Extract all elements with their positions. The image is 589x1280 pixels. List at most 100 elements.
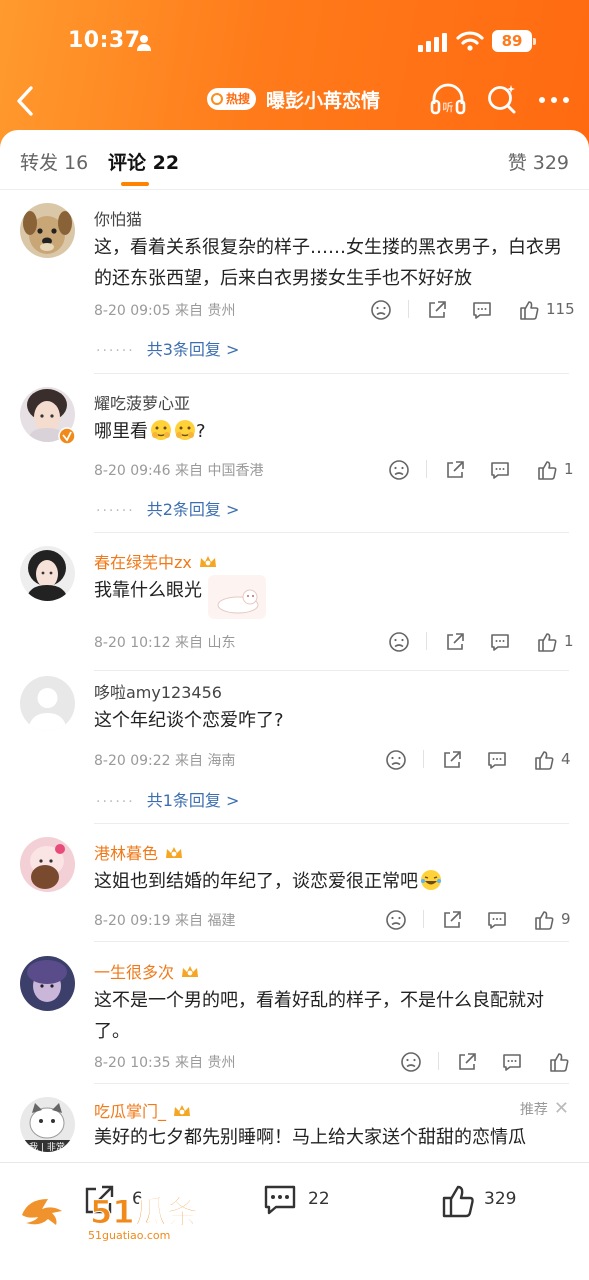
comment-button[interactable]: 22 (262, 1183, 342, 1219)
search-icon[interactable] (486, 82, 518, 116)
like-icon[interactable] (536, 459, 558, 481)
crown-vip-icon (174, 1105, 191, 1116)
action-separator (426, 632, 427, 650)
username[interactable]: 吃瓜掌门_ (94, 1098, 192, 1122)
topic-title[interactable]: 曝彭小苒恋情 (266, 86, 380, 113)
reply-icon[interactable] (471, 299, 493, 321)
dislike-face-icon[interactable] (388, 631, 410, 653)
tab-repost[interactable]: 转发 16 (20, 148, 88, 175)
watermark-logo: 51瓜条 51guatiao.com (22, 1193, 199, 1241)
divider (94, 373, 569, 374)
reply-icon[interactable] (486, 749, 508, 771)
svg-text:听: 听 (443, 101, 454, 114)
view-replies-link[interactable]: ······ 共3条回复 > (96, 336, 239, 360)
avatar[interactable] (20, 837, 75, 892)
reply-icon[interactable] (489, 631, 511, 653)
comment-meta: 8-20 09:46 来自 中国香港 (94, 463, 264, 479)
avatar[interactable]: 我 | 非常 (20, 1097, 75, 1152)
cat-avatar-image: 我 | 非常 (20, 1097, 75, 1152)
svg-text:51guatiao.com: 51guatiao.com (88, 1229, 170, 1241)
hot-search-badge[interactable]: 热搜 (207, 88, 257, 110)
like-icon[interactable] (533, 909, 555, 931)
smile-emoji-icon (151, 420, 171, 440)
comment-actions: 1 (388, 631, 574, 653)
woman-avatar-image (20, 546, 75, 601)
avatar[interactable] (20, 676, 75, 731)
share-icon[interactable] (441, 749, 463, 771)
dislike-face-icon[interactable] (388, 459, 410, 481)
like-icon[interactable] (548, 1051, 570, 1073)
comment-text: 这姐也到结婚的年纪了，谈恋爱很正常吧 (94, 866, 569, 897)
divider (94, 941, 569, 942)
reply-icon[interactable] (489, 459, 511, 481)
comment-actions: 115 (370, 299, 575, 321)
comment-location: 来自 贵州 (175, 303, 236, 319)
divider (94, 532, 569, 533)
username[interactable]: 你怕猫 (94, 206, 142, 230)
comment-meta: 8-20 09:19 来自 福建 (94, 913, 236, 929)
pink-avatar-image (20, 837, 75, 892)
like-icon[interactable] (518, 299, 540, 321)
top-bar: 10:37 89 热搜 曝彭小苒恋情 听 (0, 0, 589, 150)
action-separator (423, 910, 424, 928)
like-icon[interactable] (536, 631, 558, 653)
share-icon[interactable] (426, 299, 448, 321)
anime-avatar-image (20, 956, 75, 1011)
action-separator (408, 300, 409, 318)
recommended-label: 推荐 ✕ (519, 1098, 569, 1119)
username[interactable]: 一生很多次 (94, 959, 200, 983)
share-icon[interactable] (444, 631, 466, 653)
share-icon[interactable] (441, 909, 463, 931)
avatar[interactable] (20, 546, 75, 601)
view-replies-link[interactable]: ······ 共1条回复 > (96, 787, 239, 811)
share-icon[interactable] (444, 459, 466, 481)
tab-likes[interactable]: 赞 329 (508, 148, 569, 175)
dislike-face-icon[interactable] (400, 1051, 422, 1073)
reply-icon[interactable] (501, 1051, 523, 1073)
more-icon[interactable] (538, 96, 570, 104)
nav-bar: 热搜 曝彭小苒恋情 听 (0, 80, 589, 120)
like-count: 1 (564, 632, 574, 650)
like-button[interactable]: 329 (440, 1183, 530, 1219)
username[interactable]: 春在绿芜中zx (94, 549, 218, 573)
laughing-tears-emoji-icon (421, 870, 441, 890)
divider (94, 1083, 569, 1084)
tab-active-indicator (121, 182, 149, 186)
comment-text: 这不是一个男的吧，看着好乱的样子，不是什么良配就对了。 (94, 990, 544, 1042)
view-replies-link[interactable]: ······ 共2条回复 > (96, 496, 239, 520)
comment-actions: 1 (388, 459, 574, 481)
verified-badge-icon (58, 427, 76, 445)
default-avatar-image (20, 676, 75, 731)
dislike-face-icon[interactable] (385, 909, 407, 931)
comment-text: 哪里看? (94, 420, 206, 442)
like-thumb-icon (442, 1185, 474, 1218)
comment-text: 这，看着关系很复杂的样子……女生搂的黑衣男子，白衣男的还东张西望，后来白衣男搂女… (94, 237, 562, 289)
svg-text:51瓜条: 51瓜条 (90, 1193, 199, 1231)
username[interactable]: 港林暮色 (94, 840, 184, 864)
username[interactable]: 耀吃菠萝心亚 (94, 390, 190, 414)
back-icon[interactable] (14, 84, 36, 118)
avatar[interactable] (20, 956, 75, 1011)
smile-emoji-icon (175, 420, 195, 440)
dislike-face-icon[interactable] (370, 299, 392, 321)
action-separator (438, 1052, 439, 1070)
like-count: 9 (561, 910, 571, 928)
crown-vip-icon (166, 847, 183, 858)
headphones-listen-icon[interactable]: 听 (430, 82, 466, 116)
comment-actions (400, 1051, 570, 1073)
action-separator (423, 750, 424, 768)
share-icon[interactable] (456, 1051, 478, 1073)
crown-vip-icon (199, 556, 216, 567)
comment-meta: 8-20 09:22 来自 海南 (94, 753, 236, 769)
crown-vip-icon (182, 966, 199, 977)
tab-comment[interactable]: 评论 22 (108, 148, 179, 175)
reply-icon[interactable] (486, 909, 508, 931)
close-icon[interactable]: ✕ (554, 1098, 569, 1119)
like-icon[interactable] (533, 749, 555, 771)
username[interactable]: 哆啦amy123456 (94, 679, 222, 703)
dislike-face-icon[interactable] (385, 749, 407, 771)
dog-avatar-image (20, 203, 75, 258)
sticker-image (208, 575, 266, 619)
avatar[interactable] (20, 203, 75, 258)
comment-icon (264, 1185, 296, 1215)
